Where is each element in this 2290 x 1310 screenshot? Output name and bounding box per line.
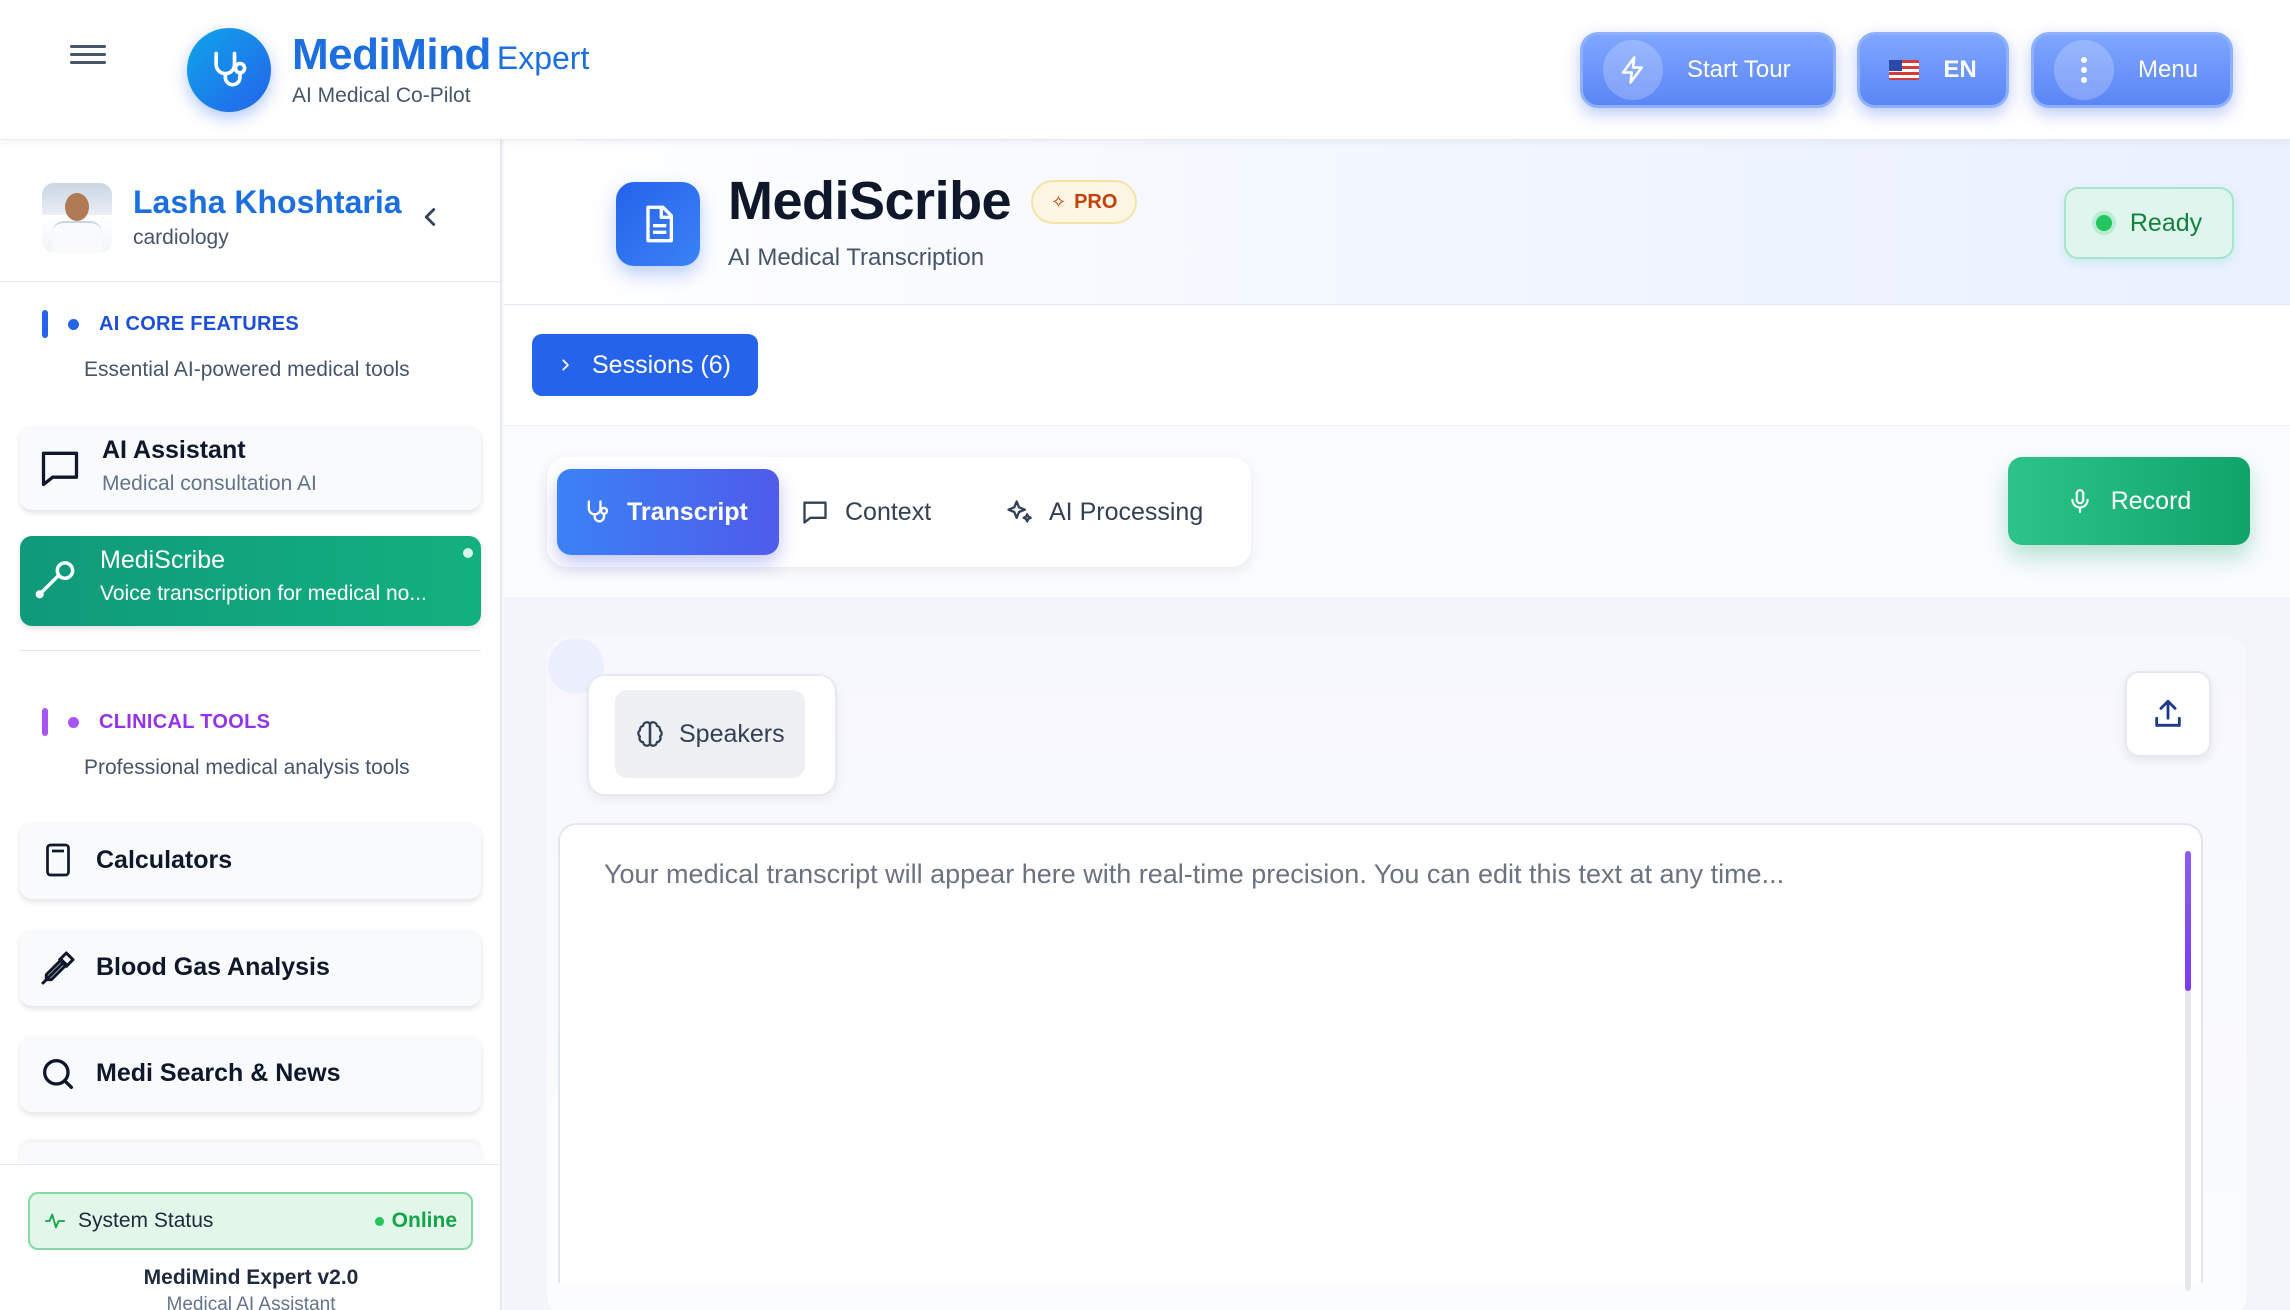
stethoscope-logo-icon xyxy=(187,28,271,112)
sidebar: Lasha Khoshtaria cardiology AI CORE FEAT… xyxy=(0,140,502,1310)
divider xyxy=(20,650,481,651)
sidebar-item-label: Medi Search & News xyxy=(96,1059,341,1087)
sidebar-item-blood-gas-analysis[interactable]: Blood Gas Analysis xyxy=(20,930,481,1006)
start-tour-button[interactable]: Start Tour xyxy=(1580,32,1836,108)
section-title: CLINICAL TOOLS xyxy=(99,710,271,733)
system-status-label: System Status xyxy=(78,1209,214,1232)
section-bar xyxy=(42,708,48,736)
brain-icon xyxy=(637,721,663,747)
sidebar-item-partial[interactable] xyxy=(20,1142,481,1164)
sessions-button[interactable]: Sessions (6) xyxy=(532,334,758,396)
scrollbar-track[interactable] xyxy=(2185,851,2191,1291)
user-specialty: cardiology xyxy=(133,226,229,249)
section-title: AI CORE FEATURES xyxy=(99,312,299,335)
pro-badge-label: PRO xyxy=(1074,190,1118,213)
sidebar-item-calculators[interactable]: Calculators xyxy=(20,823,481,899)
brand: MediMind Expert AI Medical Co-Pilot xyxy=(292,30,589,108)
user-profile: Lasha Khoshtaria cardiology xyxy=(0,140,500,282)
activity-icon xyxy=(44,1213,66,1229)
sparkles-icon xyxy=(1007,500,1032,523)
stethoscope-icon xyxy=(32,556,76,600)
tab-ai-processing[interactable]: AI Processing xyxy=(1005,469,1235,555)
microphone-icon xyxy=(2071,489,2089,513)
section-bar xyxy=(42,310,48,338)
more-vertical-icon xyxy=(2054,40,2114,100)
chat-bubble-icon xyxy=(38,446,82,490)
sidebar-item-description: Medical consultation AI xyxy=(102,472,317,495)
chat-bubble-icon xyxy=(803,501,827,524)
system-status-panel: System Status Online xyxy=(28,1192,473,1250)
avatar xyxy=(42,183,112,253)
active-indicator-dot xyxy=(463,548,473,558)
lightning-icon xyxy=(1603,40,1663,100)
sidebar-item-label: AI Assistant xyxy=(102,436,246,464)
tab-context[interactable]: Context xyxy=(801,469,951,555)
speakers-panel: Speakers xyxy=(587,674,837,796)
upload-button[interactable] xyxy=(2125,671,2211,757)
sidebar-item-medi-search-news[interactable]: Medi Search & News xyxy=(20,1036,481,1112)
speakers-label: Speakers xyxy=(679,719,785,748)
language-button[interactable]: EN xyxy=(1857,32,2009,108)
tab-label: Transcript xyxy=(627,497,748,526)
user-name: Lasha Khoshtaria xyxy=(133,184,402,220)
sparkles-icon: ✧ xyxy=(1051,191,1067,212)
section-header-clinical-tools: CLINICAL TOOLS xyxy=(42,708,270,736)
sidebar-item-label: MediScribe xyxy=(100,546,226,574)
page-header: MediScribe ✧ PRO AI Medical Transcriptio… xyxy=(504,140,2290,305)
sidebar-item-ai-assistant[interactable]: AI Assistant Medical consultation AI xyxy=(20,426,481,510)
page-title: MediScribe xyxy=(728,171,1012,231)
sidebar-item-label: Calculators xyxy=(96,846,233,874)
sessions-bar: Sessions (6) xyxy=(504,306,2290,426)
editor-area: Speakers xyxy=(504,597,2290,1310)
search-icon xyxy=(38,1054,82,1098)
tab-transcript[interactable]: Transcript xyxy=(557,469,779,555)
section-dot xyxy=(68,716,79,728)
menu-label: Menu xyxy=(2138,56,2199,83)
record-label: Record xyxy=(2110,486,2192,515)
brand-tagline: AI Medical Co-Pilot xyxy=(292,84,471,107)
sidebar-item-description: Voice transcription for medical no... xyxy=(100,582,427,605)
sidebar-item-mediscribe[interactable]: MediScribe Voice transcription for medic… xyxy=(20,536,481,626)
document-icon xyxy=(616,182,700,266)
menu-button[interactable]: Menu xyxy=(2031,32,2233,108)
scrollbar-thumb[interactable] xyxy=(2185,851,2191,991)
transcript-textarea[interactable] xyxy=(560,825,2201,1283)
sessions-label: Sessions (6) xyxy=(592,350,731,379)
sidebar-item-label: Blood Gas Analysis xyxy=(96,953,330,981)
calculator-icon xyxy=(40,841,84,885)
transcript-editor[interactable] xyxy=(558,823,2203,1291)
app-version-sub: Medical AI Assistant xyxy=(166,1294,336,1310)
brand-name: MediMind xyxy=(292,30,491,79)
tabs-row: Transcript Context AI Processing Record xyxy=(504,427,2290,597)
stethoscope-icon xyxy=(587,500,609,523)
speakers-button[interactable]: Speakers xyxy=(615,690,805,778)
hamburger-menu-icon[interactable] xyxy=(70,40,106,70)
page-subtitle: AI Medical Transcription xyxy=(728,244,985,271)
main-content: MediScribe ✧ PRO AI Medical Transcriptio… xyxy=(504,140,2290,1310)
tab-label: Context xyxy=(845,497,932,526)
tab-group: Transcript Context AI Processing xyxy=(547,457,1251,567)
upload-icon xyxy=(2155,699,2181,727)
system-status-value: Online xyxy=(375,1209,457,1233)
section-description: Professional medical analysis tools xyxy=(84,756,410,779)
chevron-right-icon xyxy=(562,359,569,371)
brand-suffix: Expert xyxy=(496,40,590,76)
app-version: MediMind Expert v2.0 xyxy=(143,1266,359,1289)
record-button[interactable]: Record xyxy=(2008,457,2250,545)
section-dot xyxy=(68,318,79,330)
start-tour-label: Start Tour xyxy=(1687,56,1791,83)
tab-label: AI Processing xyxy=(1049,497,1204,526)
pro-badge: ✧ PRO xyxy=(1031,180,1138,224)
section-header-ai-core: AI CORE FEATURES xyxy=(42,310,299,338)
language-label: EN xyxy=(1943,56,1977,83)
status-badge: Ready xyxy=(2064,187,2234,259)
chevron-left-icon[interactable] xyxy=(415,202,445,232)
editor-card: Speakers xyxy=(547,637,2247,1310)
us-flag-icon xyxy=(1889,60,1920,80)
top-header: MediMind Expert AI Medical Co-Pilot Start… xyxy=(0,0,2290,140)
section-description: Essential AI-powered medical tools xyxy=(84,358,410,381)
pipette-icon xyxy=(38,948,82,992)
